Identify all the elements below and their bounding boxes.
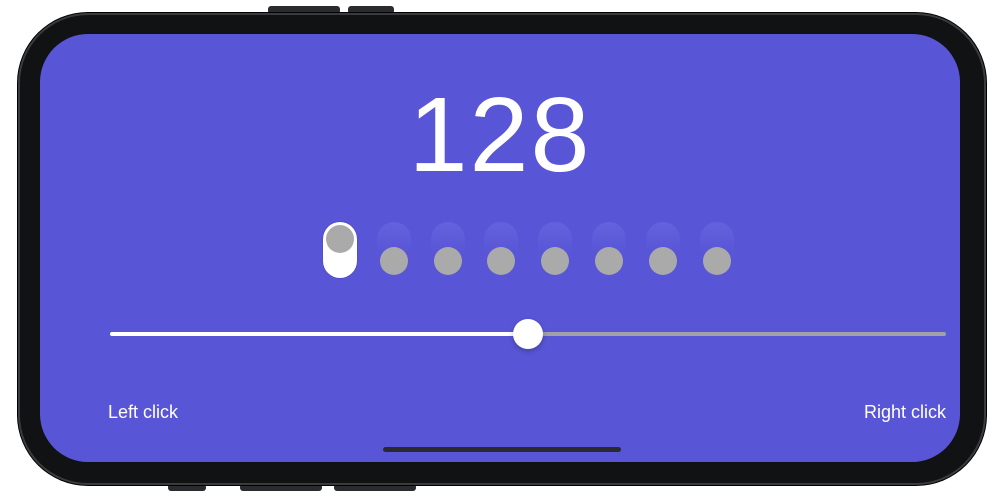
bit-toggle-knob bbox=[487, 247, 516, 275]
bit-toggle-knob bbox=[595, 247, 623, 275]
app-screen: 128 Left click Right click bbox=[40, 34, 960, 462]
bit-toggle-row bbox=[40, 34, 960, 462]
bit-toggle-knob bbox=[541, 247, 570, 275]
slider-track-rest bbox=[528, 332, 946, 336]
side-button-bottom-3 bbox=[334, 484, 416, 491]
bit-toggle-knob bbox=[648, 247, 677, 275]
bit-toggle-knob bbox=[433, 247, 462, 275]
bit-toggle-knob bbox=[702, 247, 731, 275]
bit-toggle-knob bbox=[326, 225, 354, 253]
bit-toggle-8[interactable] bbox=[699, 222, 734, 278]
slider-thumb[interactable] bbox=[513, 319, 543, 349]
bit-toggle-4[interactable] bbox=[484, 222, 519, 278]
home-indicator[interactable] bbox=[383, 447, 621, 452]
bit-toggle-6[interactable] bbox=[592, 222, 626, 278]
bit-toggle-5[interactable] bbox=[538, 222, 573, 278]
bit-toggle-knob bbox=[379, 247, 408, 275]
side-button-bottom-2 bbox=[240, 484, 322, 491]
side-button-bottom-1 bbox=[168, 484, 206, 491]
right-click-label: Right click bbox=[863, 402, 946, 422]
left-click-label: Left click bbox=[108, 402, 179, 422]
value-slider[interactable] bbox=[110, 319, 946, 349]
bit-toggle-1[interactable] bbox=[323, 222, 357, 278]
bit-toggle-7[interactable] bbox=[645, 222, 680, 278]
bit-toggle-2[interactable] bbox=[376, 222, 411, 278]
slider-track-fill bbox=[110, 332, 528, 336]
bit-toggle-3[interactable] bbox=[430, 222, 465, 278]
